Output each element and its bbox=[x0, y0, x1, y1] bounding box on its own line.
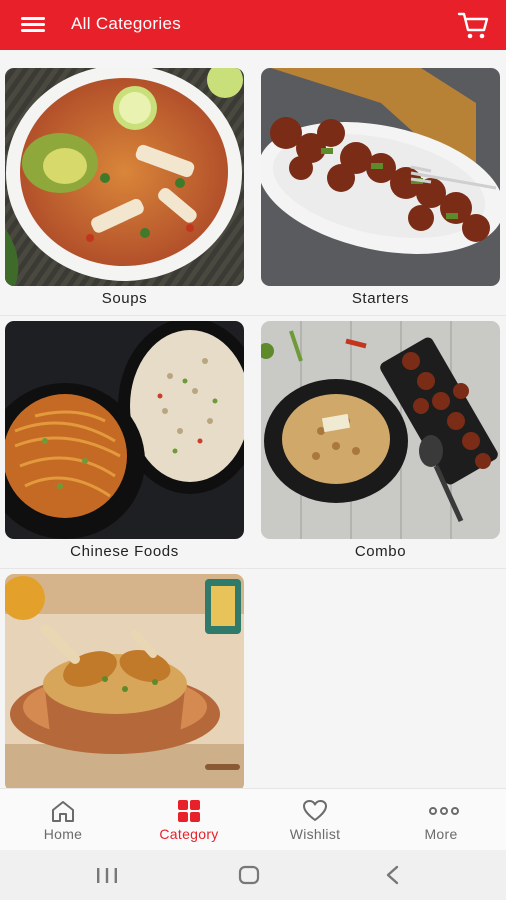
more-dots-icon bbox=[428, 799, 459, 823]
category-card-combo[interactable]: Combo bbox=[261, 321, 500, 563]
nav-wishlist[interactable]: Wishlist bbox=[252, 789, 378, 851]
row-divider bbox=[0, 315, 506, 316]
category-grid-icon bbox=[176, 799, 202, 823]
nav-wishlist-label: Wishlist bbox=[289, 826, 341, 842]
home-circle-icon[interactable] bbox=[229, 862, 269, 888]
nav-more-label: More bbox=[424, 826, 458, 842]
category-grid: Soups Starters Chinese Foods Combo bbox=[0, 50, 506, 792]
category-label-chinese-foods: Chinese Foods bbox=[70, 543, 179, 560]
nav-home-label: Home bbox=[43, 826, 83, 842]
category-card-soups[interactable]: Soups bbox=[5, 68, 244, 310]
nav-home[interactable]: Home bbox=[0, 789, 126, 851]
category-label-starters: Starters bbox=[351, 290, 410, 307]
category-card-chinese-foods[interactable]: Chinese Foods bbox=[5, 321, 244, 563]
recent-apps-icon[interactable] bbox=[87, 862, 127, 888]
nav-category-label: Category bbox=[159, 826, 219, 842]
category-label-combo: Combo bbox=[354, 543, 407, 560]
bottom-navigation: Home Category Wishlist More bbox=[0, 788, 506, 850]
row-divider bbox=[0, 568, 506, 569]
home-icon bbox=[50, 799, 76, 823]
biryani-image bbox=[5, 574, 244, 792]
page-title: All Categories bbox=[71, 14, 182, 33]
shopping-cart-icon[interactable] bbox=[456, 8, 492, 42]
app-header: All Categories bbox=[0, 0, 506, 50]
hamburger-menu-icon[interactable] bbox=[18, 12, 48, 38]
chinese-foods-image bbox=[5, 321, 244, 539]
system-navigation-bar bbox=[0, 850, 506, 900]
nav-more[interactable]: More bbox=[378, 789, 504, 851]
heart-icon bbox=[302, 799, 328, 823]
category-card-biryani[interactable] bbox=[5, 574, 244, 816]
starters-image bbox=[261, 68, 500, 286]
soups-image bbox=[5, 68, 244, 286]
combo-image bbox=[261, 321, 500, 539]
category-label-soups: Soups bbox=[101, 290, 148, 307]
nav-category[interactable]: Category bbox=[126, 789, 252, 851]
back-icon[interactable] bbox=[372, 862, 412, 888]
category-card-starters[interactable]: Starters bbox=[261, 68, 500, 310]
